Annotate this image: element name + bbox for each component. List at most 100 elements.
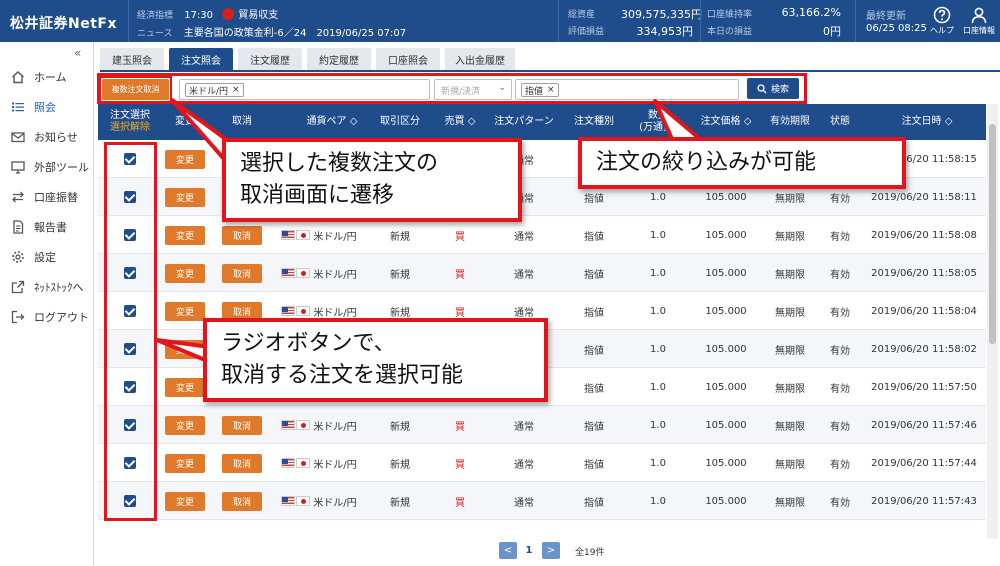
cancel-cell: 取消	[222, 406, 262, 444]
table-scrollbar[interactable]	[987, 104, 998, 539]
price-cell: 105.000	[705, 305, 747, 317]
pair-text: 米ドル/円	[313, 421, 357, 433]
sidebar-item-notices[interactable]: お知らせ	[10, 127, 78, 147]
sidebar-item-transfer[interactable]: 口座振替	[10, 187, 78, 207]
search-button[interactable]: 検索	[747, 78, 799, 99]
sidebar-item-label: お知らせ	[34, 131, 78, 144]
select-column-header: 注文選択 選択解除	[100, 104, 160, 140]
tab-deposit-history[interactable]: 入出金履歴	[445, 48, 515, 70]
quantity-column-header: 数量 (万通貨)	[628, 104, 688, 140]
trade-type-placeholder: 新規/決済	[441, 87, 481, 97]
sidebar-item-netstock[interactable]: ﾈｯﾄｽﾄｯｸへ	[10, 277, 84, 297]
sidebar-item-settings[interactable]: 設定	[10, 247, 56, 267]
scrollbar-thumb[interactable]	[989, 124, 996, 344]
deselect-all-link[interactable]: 選択解除	[110, 122, 150, 134]
tab-order-history[interactable]: 注文履歴	[238, 48, 302, 70]
help-label: ヘルプ	[930, 26, 954, 35]
cancel-button[interactable]: 取消	[222, 263, 262, 283]
pattern-column-header: 注文パターン	[494, 116, 554, 127]
sidebar-item-label: 報告書	[34, 221, 67, 234]
pair-cell: 米ドル/円	[274, 254, 364, 292]
cancel-cell: 取消	[222, 444, 262, 482]
modify-cell: 変更	[165, 140, 205, 178]
modify-button[interactable]: 変更	[165, 187, 205, 207]
modify-button[interactable]: 変更	[165, 491, 205, 511]
quantity-cell: 1.0	[650, 419, 666, 431]
cancel-button[interactable]: 取消	[222, 453, 262, 473]
modify-button[interactable]: 変更	[165, 339, 205, 359]
modify-cell: 変更	[165, 216, 205, 254]
table-row: 変更取消 米ドル/円 新規 買 通常 指値 1.0 105.000 無期限 有効 2019/06/2…	[98, 444, 986, 482]
pair-cell: 米ドル/円	[274, 482, 364, 520]
sidebar-item-home[interactable]: ホーム	[10, 67, 67, 87]
sidebar-item-inquiry[interactable]: 照会	[10, 97, 56, 117]
tab-execution-history[interactable]: 約定履歴	[307, 48, 371, 70]
price-cell: 105.000	[705, 343, 747, 355]
header-divider	[128, 0, 129, 42]
chip-remove-icon[interactable]: ×	[232, 85, 240, 95]
tab-positions[interactable]: 建玉照会	[100, 48, 164, 70]
side-column-header[interactable]: 売買 ◇	[434, 104, 486, 140]
modify-button[interactable]: 変更	[165, 301, 205, 321]
cancel-button[interactable]: 取消	[222, 225, 262, 245]
modify-button[interactable]: 変更	[165, 225, 205, 245]
valuation-label: 評価損益	[568, 27, 605, 37]
tab-orders[interactable]: 注文照会	[169, 48, 233, 70]
order-type-filter[interactable]: 指値 ×	[515, 79, 739, 100]
quantity-cell: 1.0	[650, 495, 666, 507]
margin-rate-value: 63,166.2%	[781, 6, 841, 19]
japan-flag-icon	[296, 230, 311, 240]
modify-button[interactable]: 変更	[165, 453, 205, 473]
sidebar-item-reports[interactable]: 報告書	[10, 217, 67, 237]
chip-remove-icon[interactable]: ×	[547, 85, 555, 95]
order-kind-cell: 指値	[584, 269, 604, 281]
modify-cell: 変更	[165, 482, 205, 520]
currency-flags	[281, 306, 311, 316]
trade-type-cell: 新規	[390, 421, 410, 433]
modify-button[interactable]: 変更	[165, 263, 205, 283]
currency-pair-filter[interactable]: 米ドル/円 ×	[179, 79, 430, 100]
tab-account[interactable]: 口座照会	[376, 48, 440, 70]
chevron-down-icon: ⌄	[498, 83, 506, 93]
order-kind-cell: 指値	[584, 459, 604, 471]
price-cell: 105.000	[705, 267, 747, 279]
currency-flags	[281, 496, 311, 506]
news-row[interactable]: ニュース 主要各国の政策金利-6／24 2019/06/25 07:07	[137, 24, 406, 39]
pager-next-button[interactable]: >	[542, 542, 560, 559]
status-cell: 有効	[830, 497, 850, 509]
price-column-header[interactable]: 注文価格 ◇	[690, 104, 762, 140]
header-divider	[855, 0, 856, 42]
filter-chip[interactable]: 米ドル/円 ×	[185, 83, 244, 97]
table-row: 変更取消 米ドル/円 新規 買 通常 指値 1.0 105.000 無期限 有効 2019/06/2…	[98, 406, 986, 444]
price-cell: 105.000	[705, 229, 747, 241]
help-button[interactable]: ヘルプ	[927, 6, 957, 36]
modify-button[interactable]: 変更	[165, 377, 205, 397]
checkbox-column-highlight	[104, 142, 157, 521]
modify-button[interactable]: 変更	[165, 149, 205, 169]
side-cell: 買	[455, 497, 465, 509]
account-button[interactable]: 口座情報	[962, 6, 996, 36]
collapse-sidebar-icon[interactable]: «	[74, 46, 81, 60]
cancel-cell: 取消	[222, 254, 262, 292]
datetime-column-header[interactable]: 注文日時 ◇	[868, 104, 986, 140]
order-kind-cell: 指値	[584, 383, 604, 395]
filter-chip[interactable]: 指値 ×	[521, 83, 559, 97]
trade-type-filter[interactable]: 新規/決済 ⌄	[434, 79, 512, 100]
app-logo[interactable]: 松井証券NetFx	[10, 13, 117, 33]
cancel-cell: 取消	[222, 482, 262, 520]
indicator-text: 貿易収支	[238, 10, 279, 21]
sidebar-item-external-tools[interactable]: 外部ツール	[10, 157, 89, 177]
pager-prev-button[interactable]: <	[499, 542, 517, 559]
indicator-row[interactable]: 経済指標 17:30 貿易収支	[137, 6, 278, 21]
checkbox-callout: ラジオボタンで、 取消する注文を選択可能	[203, 318, 548, 402]
search-icon	[757, 83, 767, 93]
modify-button[interactable]: 変更	[165, 415, 205, 435]
cancel-button[interactable]: 取消	[222, 491, 262, 511]
expiry-cell: 無期限	[775, 421, 805, 433]
pager-current-page[interactable]: 1	[521, 542, 537, 559]
order-kind-cell: 指値	[584, 231, 604, 243]
cancel-button[interactable]: 取消	[222, 415, 262, 435]
quantity-cell: 1.0	[650, 229, 666, 241]
sidebar-item-logout[interactable]: ログアウト	[10, 307, 89, 327]
pattern-cell: 通常	[514, 421, 534, 433]
